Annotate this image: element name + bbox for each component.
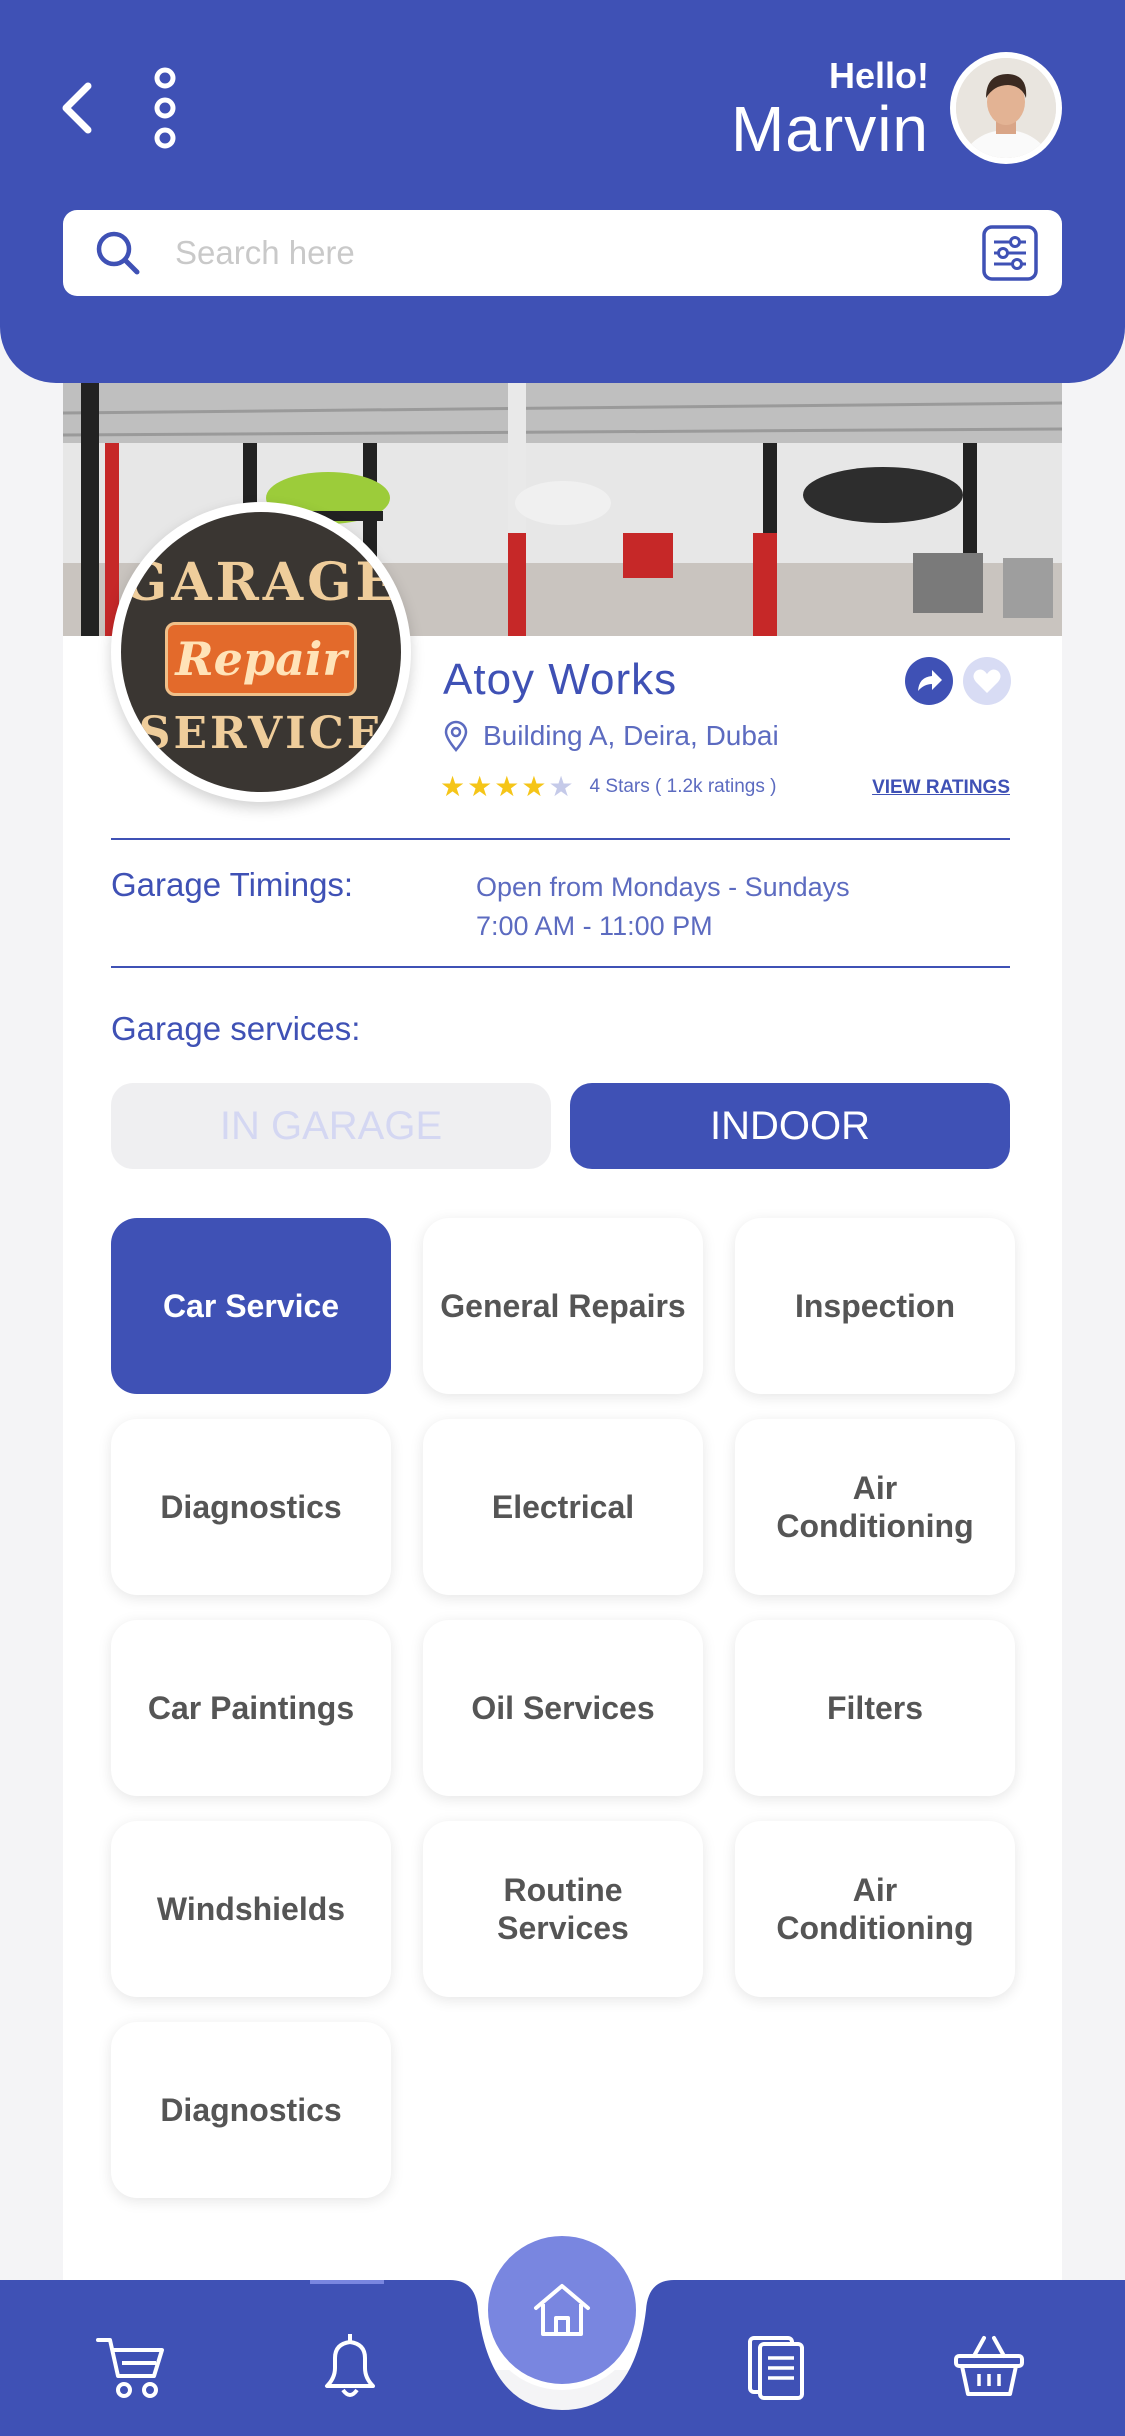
vertical-dots-icon: [154, 67, 176, 149]
cart-icon[interactable]: [94, 2330, 168, 2404]
logo-middle-text: Repair: [175, 632, 347, 686]
rating-text: 4 Stars ( 1.2k ratings ): [589, 775, 777, 797]
garage-name: Atoy Works: [443, 655, 678, 704]
app-header: Hello! Marvin: [0, 0, 1125, 383]
search-bar: [63, 210, 1062, 296]
services-label: Garage services:: [111, 1010, 361, 1047]
user-name: Marvin: [730, 93, 929, 165]
service-tile[interactable]: Car Paintings: [111, 1620, 391, 1796]
greeting-text: Hello!: [828, 55, 929, 96]
service-tile[interactable]: Windshields: [111, 1821, 391, 1997]
star-rating-icons: ★★★★★: [440, 770, 576, 803]
logo-top-text: GARAGE: [122, 552, 400, 613]
star-filled-icon: ★: [467, 771, 495, 802]
search-icon: [96, 231, 140, 275]
garage-logo: GARAGE Repair SERVICE: [111, 502, 411, 802]
share-arrow-icon: [918, 670, 942, 691]
bell-icon[interactable]: [313, 2330, 387, 2404]
star-filled-icon: ★: [494, 771, 522, 802]
heart-icon: [973, 669, 1001, 693]
star-empty-icon: ★: [548, 771, 576, 802]
document-icon[interactable]: [740, 2330, 814, 2404]
service-tile[interactable]: Diagnostics: [111, 1419, 391, 1595]
filter-settings-icon[interactable]: [981, 224, 1039, 282]
home-button[interactable]: [482, 2230, 642, 2390]
timings-label: Garage Timings:: [111, 866, 354, 903]
search-input[interactable]: [175, 226, 975, 280]
tab-in-garage[interactable]: IN GARAGE: [111, 1083, 551, 1169]
logo-bottom-text: SERVICE: [138, 708, 384, 759]
timings-value: Open from Mondays - Sundays 7:00 AM - 11…: [476, 868, 850, 946]
favorite-button[interactable]: [963, 657, 1011, 705]
service-tile[interactable]: General Repairs: [423, 1218, 703, 1394]
back-button[interactable]: [56, 78, 100, 138]
user-avatar-icon: [956, 58, 1056, 158]
service-tile[interactable]: Inspection: [735, 1218, 1015, 1394]
star-filled-icon: ★: [521, 771, 549, 802]
star-filled-icon: ★: [440, 771, 468, 802]
basket-icon[interactable]: [952, 2330, 1026, 2404]
divider: [111, 838, 1010, 840]
timings-hours: 7:00 AM - 11:00 PM: [476, 911, 713, 941]
more-options-button[interactable]: [150, 66, 180, 150]
garage-address: Building A, Deira, Dubai: [443, 720, 779, 752]
garage-rating: ★★★★★ 4 Stars ( 1.2k ratings ): [440, 770, 776, 803]
tab-indoor[interactable]: INDOOR: [570, 1083, 1010, 1169]
divider: [111, 966, 1010, 968]
service-tile[interactable]: Car Service: [111, 1218, 391, 1394]
share-button[interactable]: [905, 657, 953, 705]
service-tile[interactable]: Air Conditioning: [735, 1419, 1015, 1595]
view-ratings-link[interactable]: VIEW RATINGS: [872, 777, 1010, 799]
service-tile[interactable]: Filters: [735, 1620, 1015, 1796]
service-tile[interactable]: Diagnostics: [111, 2022, 391, 2198]
service-tile[interactable]: Air Conditioning: [735, 1821, 1015, 1997]
timings-days: Open from Mondays - Sundays: [476, 872, 850, 902]
address-text: Building A, Deira, Dubai: [483, 720, 779, 751]
home-icon: [534, 2284, 590, 2336]
avatar[interactable]: [950, 52, 1062, 164]
service-tile[interactable]: Oil Services: [423, 1620, 703, 1796]
chevron-left-icon: [62, 82, 92, 134]
service-tiles-grid: Car Service General Repairs Inspection Diag…: [111, 1218, 1015, 2198]
service-tile[interactable]: Electrical: [423, 1419, 703, 1595]
service-tile[interactable]: Routine Services: [423, 1821, 703, 1997]
location-pin-icon: [444, 720, 468, 752]
